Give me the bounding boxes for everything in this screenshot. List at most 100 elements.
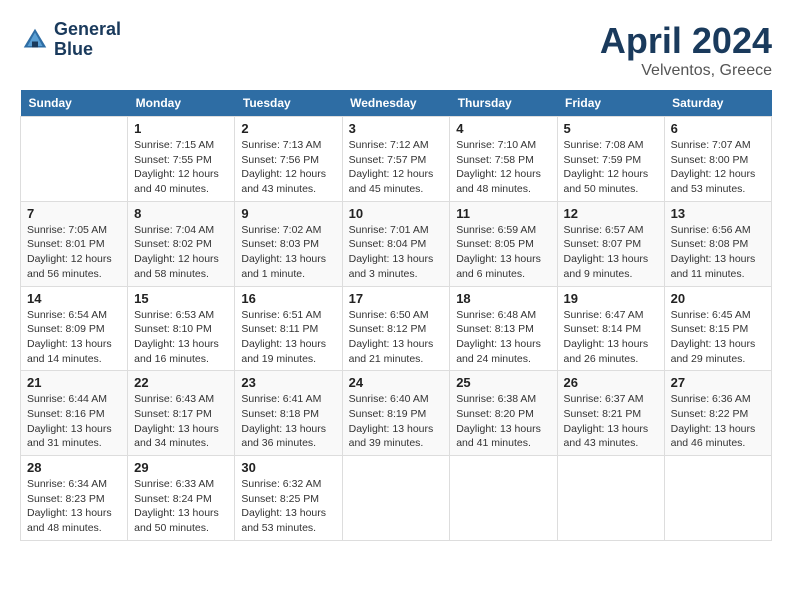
day-number: 27 (671, 375, 765, 390)
day-info: Sunrise: 6:33 AMSunset: 8:24 PMDaylight:… (134, 477, 228, 536)
day-number: 14 (27, 291, 121, 306)
day-info: Sunrise: 6:36 AMSunset: 8:22 PMDaylight:… (671, 392, 765, 451)
day-info: Sunrise: 7:15 AMSunset: 7:55 PMDaylight:… (134, 138, 228, 197)
calendar-week-row: 1 Sunrise: 7:15 AMSunset: 7:55 PMDaylight… (21, 117, 772, 202)
calendar-cell: 1 Sunrise: 7:15 AMSunset: 7:55 PMDaylight… (128, 117, 235, 202)
calendar-cell: 6 Sunrise: 7:07 AMSunset: 8:00 PMDaylight… (664, 117, 771, 202)
day-info: Sunrise: 6:59 AMSunset: 8:05 PMDaylight:… (456, 223, 550, 282)
calendar-cell: 29 Sunrise: 6:33 AMSunset: 8:24 PMDayligh… (128, 456, 235, 541)
calendar-table: SundayMondayTuesdayWednesdayThursdayFrid… (20, 90, 772, 541)
day-number: 1 (134, 121, 228, 136)
calendar-cell: 28 Sunrise: 6:34 AMSunset: 8:23 PMDayligh… (21, 456, 128, 541)
calendar-cell: 8 Sunrise: 7:04 AMSunset: 8:02 PMDaylight… (128, 201, 235, 286)
calendar-cell: 24Sunrise: 6:40 AMSunset: 8:19 PMDayligh… (342, 371, 450, 456)
day-info: Sunrise: 7:08 AMSunset: 7:59 PMDaylight:… (564, 138, 658, 197)
calendar-cell: 17 Sunrise: 6:50 AMSunset: 8:12 PMDayligh… (342, 286, 450, 371)
day-number: 20 (671, 291, 765, 306)
calendar-cell: 13 Sunrise: 6:56 AMSunset: 8:08 PMDayligh… (664, 201, 771, 286)
header-tuesday: Tuesday (235, 90, 342, 117)
day-info: Sunrise: 6:45 AMSunset: 8:15 PMDaylight:… (671, 308, 765, 367)
day-number: 5 (564, 121, 658, 136)
day-number: 11 (456, 206, 550, 221)
calendar-cell: 20 Sunrise: 6:45 AMSunset: 8:15 PMDayligh… (664, 286, 771, 371)
day-number: 29 (134, 460, 228, 475)
day-info: Sunrise: 7:13 AMSunset: 7:56 PMDaylight:… (241, 138, 335, 197)
calendar-cell (342, 456, 450, 541)
calendar-cell: 23 Sunrise: 6:41 AMSunset: 8:18 PMDayligh… (235, 371, 342, 456)
day-info: Sunrise: 6:34 AMSunset: 8:23 PMDaylight:… (27, 477, 121, 536)
day-number: 23 (241, 375, 335, 390)
calendar-cell (450, 456, 557, 541)
day-number: 4 (456, 121, 550, 136)
day-number: 28 (27, 460, 121, 475)
day-info: Sunrise: 7:12 AMSunset: 7:57 PMDaylight:… (349, 138, 444, 197)
calendar-week-row: 7Sunrise: 7:05 AMSunset: 8:01 PMDaylight… (21, 201, 772, 286)
day-number: 8 (134, 206, 228, 221)
header-sunday: Sunday (21, 90, 128, 117)
day-info: Sunrise: 7:02 AMSunset: 8:03 PMDaylight:… (241, 223, 335, 282)
day-number: 19 (564, 291, 658, 306)
calendar-week-row: 14 Sunrise: 6:54 AMSunset: 8:09 PMDayligh… (21, 286, 772, 371)
day-info: Sunrise: 7:04 AMSunset: 8:02 PMDaylight:… (134, 223, 228, 282)
day-info: Sunrise: 6:47 AMSunset: 8:14 PMDaylight:… (564, 308, 658, 367)
day-number: 12 (564, 206, 658, 221)
calendar-cell (664, 456, 771, 541)
day-info: Sunrise: 6:37 AMSunset: 8:21 PMDaylight:… (564, 392, 658, 451)
calendar-week-row: 21 Sunrise: 6:44 AMSunset: 8:16 PMDayligh… (21, 371, 772, 456)
day-info: Sunrise: 6:44 AMSunset: 8:16 PMDaylight:… (27, 392, 121, 451)
calendar-cell: 7Sunrise: 7:05 AMSunset: 8:01 PMDaylight… (21, 201, 128, 286)
header-saturday: Saturday (664, 90, 771, 117)
page-header: General Blue April 2024 Velventos, Greec… (20, 20, 772, 80)
day-number: 10 (349, 206, 444, 221)
day-number: 18 (456, 291, 550, 306)
calendar-cell: 2 Sunrise: 7:13 AMSunset: 7:56 PMDaylight… (235, 117, 342, 202)
calendar-cell: 22Sunrise: 6:43 AMSunset: 8:17 PMDayligh… (128, 371, 235, 456)
day-number: 30 (241, 460, 335, 475)
day-number: 13 (671, 206, 765, 221)
day-info: Sunrise: 6:54 AMSunset: 8:09 PMDaylight:… (27, 308, 121, 367)
calendar-header-row: SundayMondayTuesdayWednesdayThursdayFrid… (21, 90, 772, 117)
header-friday: Friday (557, 90, 664, 117)
day-number: 9 (241, 206, 335, 221)
calendar-cell: 16Sunrise: 6:51 AMSunset: 8:11 PMDayligh… (235, 286, 342, 371)
calendar-week-row: 28 Sunrise: 6:34 AMSunset: 8:23 PMDayligh… (21, 456, 772, 541)
day-info: Sunrise: 6:32 AMSunset: 8:25 PMDaylight:… (241, 477, 335, 536)
calendar-cell: 19 Sunrise: 6:47 AMSunset: 8:14 PMDayligh… (557, 286, 664, 371)
day-info: Sunrise: 7:10 AMSunset: 7:58 PMDaylight:… (456, 138, 550, 197)
calendar-cell: 12 Sunrise: 6:57 AMSunset: 8:07 PMDayligh… (557, 201, 664, 286)
day-info: Sunrise: 6:41 AMSunset: 8:18 PMDaylight:… (241, 392, 335, 451)
header-wednesday: Wednesday (342, 90, 450, 117)
calendar-cell (21, 117, 128, 202)
day-number: 17 (349, 291, 444, 306)
day-info: Sunrise: 7:05 AMSunset: 8:01 PMDaylight:… (27, 223, 121, 282)
day-number: 2 (241, 121, 335, 136)
day-info: Sunrise: 7:01 AMSunset: 8:04 PMDaylight:… (349, 223, 444, 282)
day-info: Sunrise: 6:56 AMSunset: 8:08 PMDaylight:… (671, 223, 765, 282)
calendar-cell: 3 Sunrise: 7:12 AMSunset: 7:57 PMDaylight… (342, 117, 450, 202)
day-number: 15 (134, 291, 228, 306)
calendar-cell: 21 Sunrise: 6:44 AMSunset: 8:16 PMDayligh… (21, 371, 128, 456)
day-info: Sunrise: 6:57 AMSunset: 8:07 PMDaylight:… (564, 223, 658, 282)
day-number: 25 (456, 375, 550, 390)
title-section: April 2024 Velventos, Greece (600, 20, 772, 80)
calendar-cell (557, 456, 664, 541)
calendar-cell: 11 Sunrise: 6:59 AMSunset: 8:05 PMDayligh… (450, 201, 557, 286)
calendar-cell: 15 Sunrise: 6:53 AMSunset: 8:10 PMDayligh… (128, 286, 235, 371)
calendar-cell: 4 Sunrise: 7:10 AMSunset: 7:58 PMDaylight… (450, 117, 557, 202)
day-info: Sunrise: 6:48 AMSunset: 8:13 PMDaylight:… (456, 308, 550, 367)
day-info: Sunrise: 6:38 AMSunset: 8:20 PMDaylight:… (456, 392, 550, 451)
day-number: 22 (134, 375, 228, 390)
day-number: 21 (27, 375, 121, 390)
logo-text: General Blue (54, 20, 121, 60)
day-info: Sunrise: 6:53 AMSunset: 8:10 PMDaylight:… (134, 308, 228, 367)
calendar-cell: 25 Sunrise: 6:38 AMSunset: 8:20 PMDayligh… (450, 371, 557, 456)
day-info: Sunrise: 7:07 AMSunset: 8:00 PMDaylight:… (671, 138, 765, 197)
day-number: 6 (671, 121, 765, 136)
day-number: 3 (349, 121, 444, 136)
logo-icon (20, 25, 50, 55)
header-monday: Monday (128, 90, 235, 117)
day-info: Sunrise: 6:40 AMSunset: 8:19 PMDaylight:… (349, 392, 444, 451)
header-thursday: Thursday (450, 90, 557, 117)
location-title: Velventos, Greece (600, 62, 772, 80)
day-info: Sunrise: 6:50 AMSunset: 8:12 PMDaylight:… (349, 308, 444, 367)
